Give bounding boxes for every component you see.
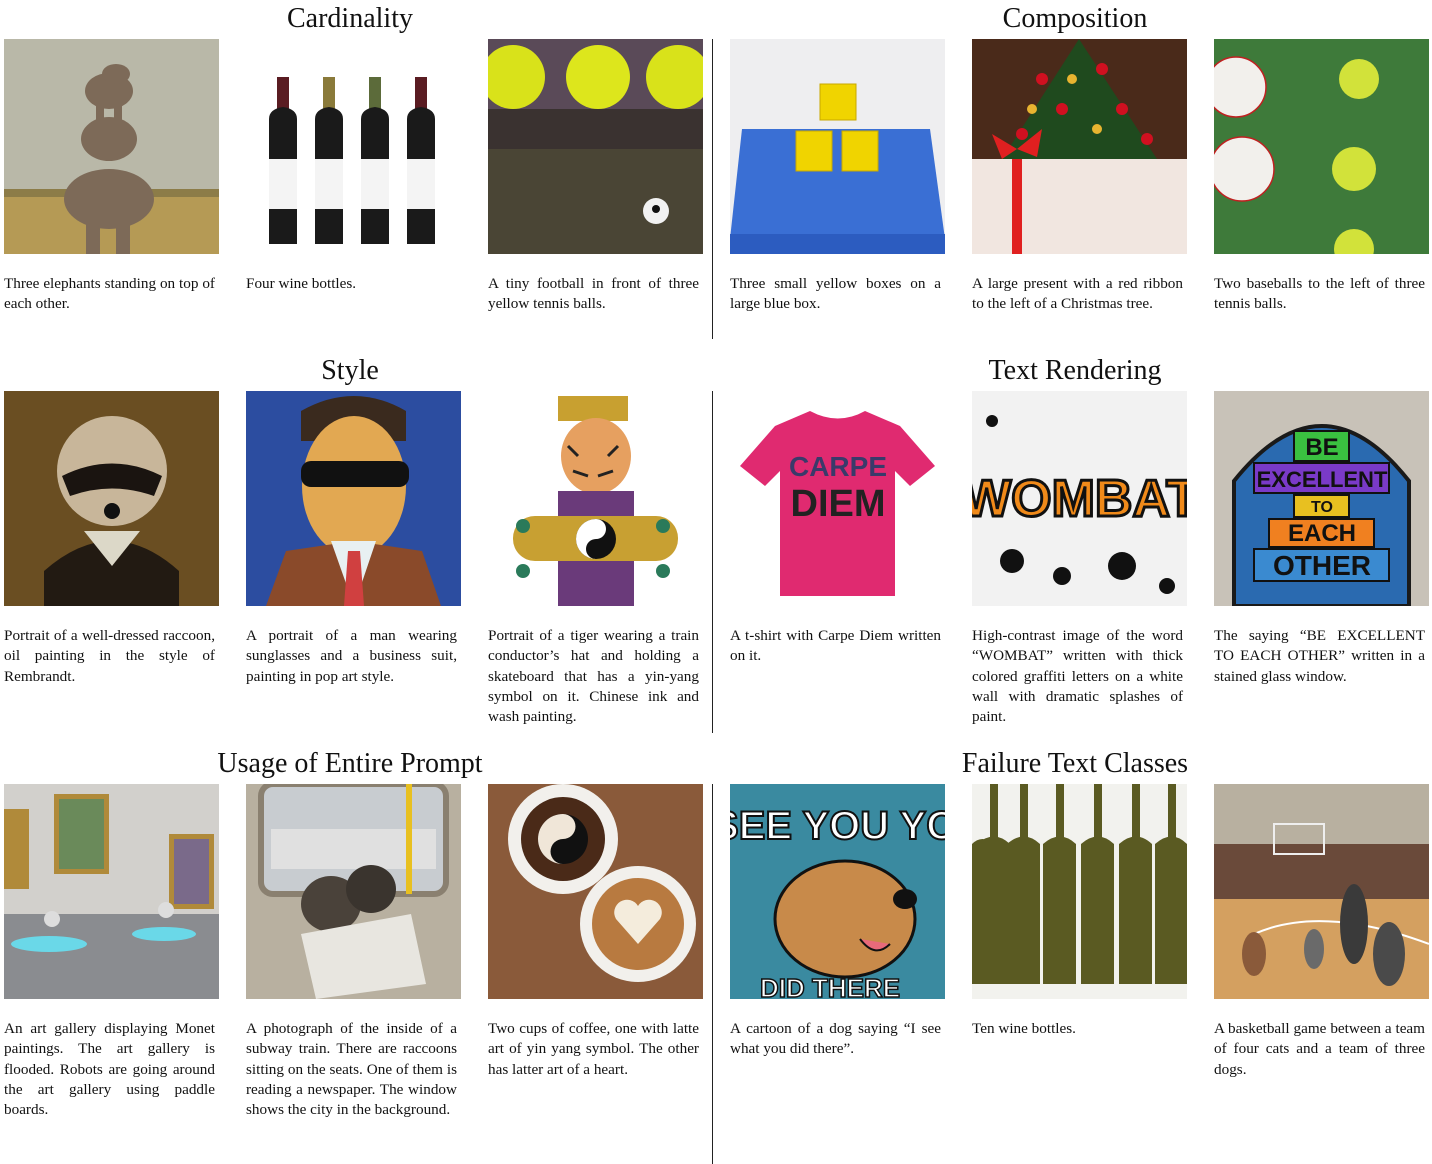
caption: A photograph of the inside of a subway t… <box>246 1020 457 1119</box>
caption: Ten wine bottles. <box>972 1020 1076 1037</box>
caption: Two baseballs to the left of three tenni… <box>1214 275 1425 313</box>
section-title-cardinality: Cardinality <box>287 3 413 34</box>
caption: A t-shirt with Carpe Diem written on it. <box>730 627 941 665</box>
cartoon-text-bottom: DID THERE <box>760 973 900 999</box>
caption: Two cups of coffee, one with latte art o… <box>488 1020 699 1078</box>
section-title-composition: Composition <box>1002 3 1148 34</box>
stained-glass-text-2: EXCELLENT <box>1257 467 1388 492</box>
image-raccoon-rembrandt <box>4 391 219 606</box>
image-tennis-balls-football <box>488 39 703 254</box>
caption: High-contrast image of the word “WOMBAT”… <box>972 627 1183 726</box>
image-cartoon-dog: I SEE YOU YOU DID THERE <box>730 784 945 999</box>
stained-glass-text-3: TO <box>1311 499 1333 516</box>
caption: Three small yellow boxes on a large blue… <box>730 275 941 313</box>
caption: Three elephants standing on top of each … <box>4 275 215 313</box>
caption: A basketball game between a team of four… <box>1214 1020 1425 1078</box>
tshirt-text-line1: CARPE <box>789 451 887 482</box>
image-elephants <box>4 39 219 254</box>
image-stained-glass: BE EXCELLENT TO EACH OTHER <box>1214 391 1429 606</box>
image-coffee-cups <box>488 784 703 999</box>
caption: A tiny football in front of three yellow… <box>488 275 699 313</box>
divider-row2 <box>712 391 713 733</box>
caption: A portrait of a man wearing sunglasses a… <box>246 627 457 685</box>
caption: The saying “BE EXCEL­LENT TO EACH OTHER”… <box>1214 627 1425 685</box>
section-title-failure: Failure Text Classes <box>961 748 1189 779</box>
graffiti-text: WOMBAT <box>972 470 1187 528</box>
image-wombat-graffiti: WOMBAT <box>972 391 1187 606</box>
cartoon-text-top: I SEE YOU YOU <box>730 804 945 848</box>
image-baseballs-tennis-balls <box>1214 39 1429 254</box>
image-present-christmas-tree <box>972 39 1187 254</box>
image-carpe-diem-tshirt: CARPE DIEM <box>730 391 945 606</box>
image-flooded-gallery <box>4 784 219 999</box>
image-subway-raccoons <box>246 784 461 999</box>
stained-glass-text-4: EACH <box>1288 520 1356 547</box>
image-pop-art-man <box>246 391 461 606</box>
section-title-text-rendering: Text Rendering <box>988 355 1162 386</box>
image-basketball-cats-dogs <box>1214 784 1429 999</box>
section-title-usage: Usage of Entire Prompt <box>217 748 483 779</box>
image-yellow-boxes <box>730 39 945 254</box>
caption: An art gallery displaying Monet painting… <box>4 1020 215 1119</box>
image-tiger-skateboard <box>488 391 703 606</box>
caption: A cartoon of a dog saying “I see what yo… <box>730 1020 941 1058</box>
stained-glass-text-5: OTHER <box>1273 550 1371 581</box>
image-wine-bottles <box>246 39 461 254</box>
caption: A large present with a red rib­bon to th… <box>972 275 1183 313</box>
caption: Portrait of a tiger wearing a train cond… <box>488 627 699 726</box>
section-title-style: Style <box>321 355 379 386</box>
divider-row1 <box>712 39 713 339</box>
divider-row3 <box>712 784 713 1164</box>
tshirt-text-line2: DIEM <box>791 483 886 525</box>
caption: Four wine bottles. <box>246 275 357 292</box>
stained-glass-text-1: BE <box>1305 434 1338 461</box>
caption: Portrait of a well-dressed rac­coon, oil… <box>4 627 215 685</box>
image-ten-wine-bottles <box>972 784 1187 999</box>
